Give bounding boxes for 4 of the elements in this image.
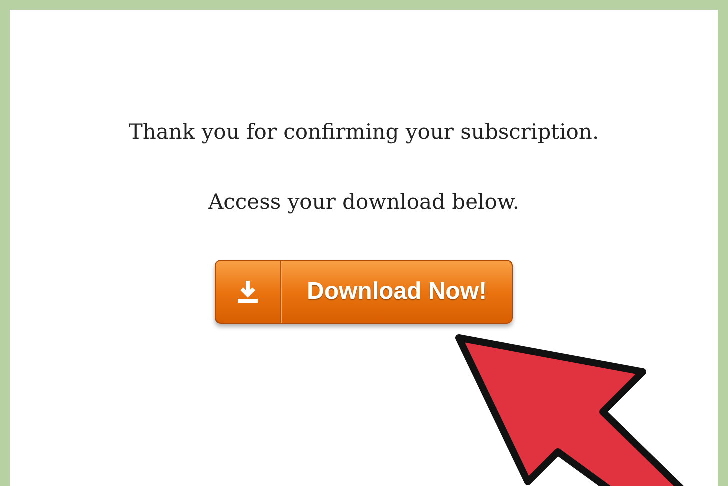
message-text: Access your download below.	[208, 190, 520, 214]
download-icon	[235, 279, 261, 305]
message-text: Thank you for confirming your subscription.	[128, 120, 600, 144]
download-button[interactable]: Download Now!	[215, 260, 513, 324]
